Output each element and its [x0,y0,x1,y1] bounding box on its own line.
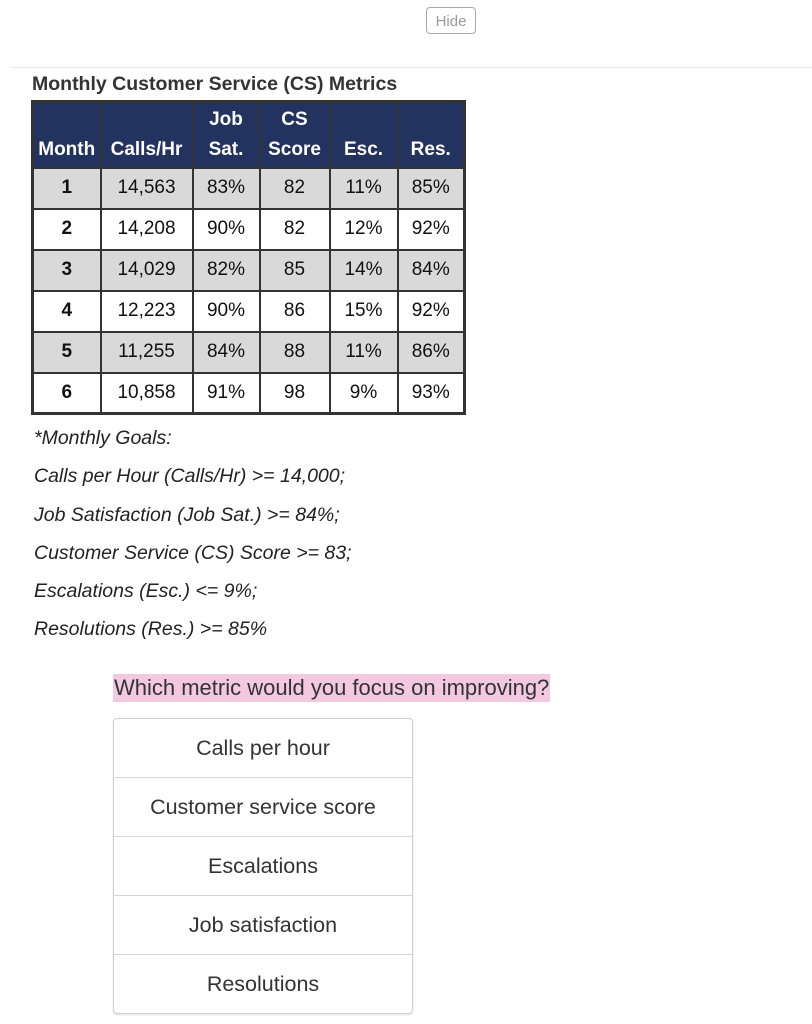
option-calls-per-hour[interactable]: Calls per hour [114,719,412,777]
cell-month: 2 [31,207,102,251]
cell-month: 6 [31,371,102,415]
goal-item: Customer Service (CS) Score >= 83; [34,541,352,564]
cell-res: 86% [396,330,466,374]
header-month: Month [31,100,102,169]
cell-esc: 14% [328,248,399,292]
table-title: Monthly Customer Service (CS) Metrics [32,73,398,95]
cell-job-sat: 83% [191,166,261,210]
table-row: 5 11,255 84% 88 11% 86% [31,330,466,374]
cell-cs-score: 86 [258,289,331,333]
cell-calls-hr: 14,029 [99,248,194,292]
table-row: 4 12,223 90% 86 15% 92% [31,289,466,333]
cell-res: 92% [396,207,466,251]
cell-job-sat: 82% [191,248,261,292]
cell-month: 1 [31,166,102,210]
goals-heading: *Monthly Goals: [34,427,172,449]
cell-calls-hr: 12,223 [99,289,194,333]
cell-calls-hr: 11,255 [99,330,194,374]
cell-cs-score: 85 [258,248,331,292]
cell-calls-hr: 10,858 [99,371,194,415]
cell-cs-score: 82 [258,166,331,210]
cell-esc: 15% [328,289,399,333]
hide-button[interactable]: Hide [426,7,476,34]
question-prompt: Which metric would you focus on improvin… [113,674,551,702]
cell-month: 4 [31,289,102,333]
cell-month: 5 [31,330,102,374]
cell-esc: 9% [328,371,399,415]
cell-esc: 11% [328,166,399,210]
table-header-row: Month Calls/Hr Job Sat. CS Score Esc. Res. [31,100,466,169]
divider [10,67,812,68]
cell-month: 3 [31,248,102,292]
cell-job-sat: 84% [191,330,261,374]
metrics-table: Month Calls/Hr Job Sat. CS Score Esc. Res.… [31,100,466,415]
cell-cs-score: 98 [258,371,331,415]
goal-item: Resolutions (Res.) >= 85% [34,618,268,641]
table-row: 6 10,858 91% 98 9% 93% [31,371,466,415]
cell-job-sat: 91% [191,371,261,415]
table-row: 2 14,208 90% 82 12% 92% [31,207,466,251]
cell-res: 84% [396,248,466,292]
option-escalations[interactable]: Escalations [114,836,412,895]
option-resolutions[interactable]: Resolutions [114,954,412,1013]
option-customer-service-score[interactable]: Customer service score [114,777,412,836]
cell-esc: 11% [328,330,399,374]
cell-esc: 12% [328,207,399,251]
cell-calls-hr: 14,563 [99,166,194,210]
header-calls-hr: Calls/Hr [99,100,194,169]
cell-cs-score: 82 [258,207,331,251]
header-esc: Esc. [328,100,399,169]
monthly-goals: *Monthly Goals: Calls per Hour (Calls/Hr… [34,424,352,654]
goal-item: Escalations (Esc.) <= 9%; [34,580,258,603]
table-row: 1 14,563 83% 82 11% 85% [31,166,466,210]
table-row: 3 14,029 82% 85 14% 84% [31,248,466,292]
header-job-sat: Job Sat. [191,100,261,169]
header-res: Res. [396,100,466,169]
cell-cs-score: 88 [258,330,331,374]
goal-item: Job Satisfaction (Job Sat.) >= 84%; [34,503,340,526]
cell-res: 92% [396,289,466,333]
cell-res: 93% [396,371,466,415]
answer-options: Calls per hour Customer service score Es… [113,718,413,1014]
cell-job-sat: 90% [191,207,261,251]
cell-job-sat: 90% [191,289,261,333]
option-job-satisfaction[interactable]: Job satisfaction [114,895,412,954]
header-cs-score: CS Score [258,100,331,169]
cell-calls-hr: 14,208 [99,207,194,251]
cell-res: 85% [396,166,466,210]
goal-item: Calls per Hour (Calls/Hr) >= 14,000; [34,465,346,488]
